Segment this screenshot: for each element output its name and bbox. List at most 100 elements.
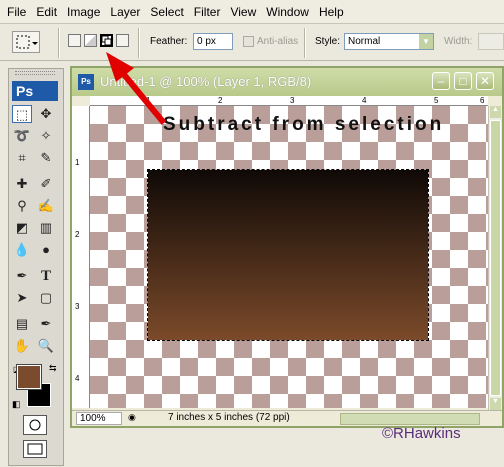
close-button[interactable]: ✕ <box>476 72 494 90</box>
menu-view[interactable]: View <box>225 0 261 24</box>
eraser-icon: ◩ <box>15 220 29 235</box>
new-selection-button[interactable] <box>68 34 81 47</box>
path-selection-tool[interactable]: ➤ <box>12 289 32 307</box>
dodge-tool[interactable]: ● <box>36 241 56 259</box>
menu-select[interactable]: Select <box>145 0 188 24</box>
minimize-button[interactable]: – <box>432 72 450 90</box>
clone-stamp-tool[interactable]: ⚲ <box>12 197 32 215</box>
ruler-mark: 1 <box>146 96 151 105</box>
swap-colors-icon[interactable]: ⇆ <box>49 363 57 374</box>
ruler-mark: 6 <box>480 96 485 105</box>
document-title-bar[interactable]: Ps Untitled-1 @ 100% (Layer 1, RGB/8) – … <box>72 68 502 96</box>
screen-mode-button[interactable] <box>23 440 47 458</box>
menu-help[interactable]: Help <box>314 0 349 24</box>
menu-edit[interactable]: Edit <box>31 0 62 24</box>
antialias-checkbox[interactable] <box>243 36 254 47</box>
vertical-scrollbar[interactable]: ▲ ▼ <box>488 106 502 410</box>
bandage-icon: ✚ <box>16 176 28 191</box>
status-bar: 100% ◉ 7 inches x 5 inches (72 ppi) <box>72 410 502 426</box>
style-select-value: Normal <box>348 36 381 47</box>
healing-brush-tool[interactable]: ✚ <box>12 175 32 193</box>
scroll-thumb[interactable] <box>490 120 501 396</box>
style-label: Style: <box>315 36 341 47</box>
intersect-selection-button[interactable] <box>116 34 129 47</box>
minimize-icon: – <box>437 74 445 88</box>
antialias-label: Anti-alias <box>257 36 299 47</box>
ruler-mark: 3 <box>290 96 295 105</box>
subtract-from-selection-button[interactable] <box>100 34 113 47</box>
history-brush-tool[interactable]: ✍ <box>36 197 56 215</box>
slice-icon: ✎ <box>40 150 52 165</box>
slice-tool[interactable]: ✎ <box>36 149 56 167</box>
brush-tool[interactable]: ✐ <box>36 175 56 193</box>
menu-image[interactable]: Image <box>62 0 105 24</box>
ruler-top: 1 2 3 4 5 6 <box>90 96 488 106</box>
notes-icon: ▤ <box>15 316 29 331</box>
document-size-info: 7 inches x 5 inches (72 ppi) <box>168 412 290 423</box>
marquee-icon <box>16 35 38 49</box>
photoshop-logo: Ps <box>12 81 58 101</box>
brush-icon: ✐ <box>40 176 52 191</box>
ruler-mark: 1 <box>75 158 80 167</box>
ruler-mark: 3 <box>75 302 80 311</box>
feather-label: Feather: <box>150 36 188 47</box>
gradient-tool[interactable]: ▥ <box>36 219 56 237</box>
magic-wand-tool[interactable]: ✧ <box>36 127 56 145</box>
arrow-pointer-icon: ➤ <box>16 290 28 305</box>
eyedropper-tool[interactable]: ✒ <box>36 315 56 333</box>
tool-preset-picker[interactable] <box>12 31 40 53</box>
pen-tool[interactable]: ✒ <box>12 267 32 285</box>
menu-filter[interactable]: Filter <box>189 0 226 24</box>
dodge-icon: ● <box>42 242 50 257</box>
document-title: Untitled-1 @ 100% (Layer 1, RGB/8) <box>100 74 312 89</box>
notes-tool[interactable]: ▤ <box>12 315 32 333</box>
magnifier-icon: 🔍 <box>37 338 55 353</box>
ruler-mark: 4 <box>362 96 367 105</box>
ruler-mark: 5 <box>434 96 439 105</box>
marquee-icon: ⬚ <box>15 107 29 122</box>
ps-document-icon: Ps <box>78 74 94 90</box>
zoom-field[interactable]: 100% <box>76 412 122 425</box>
ruler-mark: 4 <box>75 374 80 383</box>
crop-tool[interactable]: ⌗ <box>12 149 32 167</box>
mini-swatch-icon[interactable]: ◧ <box>12 399 22 409</box>
maximize-icon: □ <box>459 74 467 88</box>
divider <box>304 28 306 58</box>
menu-layer[interactable]: Layer <box>105 0 145 24</box>
crop-icon: ⌗ <box>18 150 26 165</box>
style-select[interactable]: Normal ▼ <box>344 33 434 50</box>
toolbox-grip[interactable] <box>15 71 55 75</box>
maximize-button[interactable]: □ <box>454 72 472 90</box>
blur-tool[interactable]: 💧 <box>12 241 32 259</box>
eraser-tool[interactable]: ◩ <box>12 219 32 237</box>
hand-tool[interactable]: ✋ <box>12 337 32 355</box>
annotation-text: Subtract from selection <box>163 114 445 135</box>
hand-icon: ✋ <box>13 338 31 353</box>
rect-marquee-tool[interactable]: ⬚ <box>12 105 32 123</box>
quick-mask-button[interactable] <box>23 415 47 435</box>
scroll-down-icon[interactable]: ▼ <box>490 398 501 410</box>
width-input[interactable] <box>478 33 504 50</box>
pen-icon: ✒ <box>16 268 28 283</box>
gradient-icon: ▥ <box>39 220 53 235</box>
menu-window[interactable]: Window <box>261 0 314 24</box>
feather-input[interactable]: 0 px <box>193 33 233 50</box>
close-icon: ✕ <box>479 74 491 88</box>
add-to-selection-button[interactable] <box>84 34 97 47</box>
move-icon: ✥ <box>40 106 52 121</box>
magic-wand-icon: ✧ <box>40 128 52 143</box>
type-icon: T <box>40 268 51 284</box>
shape-tool[interactable]: ▢ <box>36 289 56 307</box>
ruler-mark: 2 <box>75 230 80 239</box>
toolbox: Ps ⬚ ✥ ➰ ✧ ⌗ ✎ ✚ ✐ ⚲ ✍ ◩ ▥ 💧 ● ✒ T ➤ ▢ ▤… <box>8 68 64 466</box>
zoom-tool[interactable]: 🔍 <box>36 337 56 355</box>
screen-mode-icon <box>27 443 43 455</box>
scroll-up-icon[interactable]: ▲ <box>490 106 501 118</box>
horizontal-scrollbar[interactable] <box>340 413 480 425</box>
status-menu-icon[interactable]: ◉ <box>128 412 140 425</box>
menu-file[interactable]: File <box>2 0 31 24</box>
foreground-color-swatch[interactable] <box>16 364 42 390</box>
move-tool[interactable]: ✥ <box>36 105 56 123</box>
type-tool[interactable]: T <box>36 267 56 285</box>
lasso-tool[interactable]: ➰ <box>12 127 32 145</box>
